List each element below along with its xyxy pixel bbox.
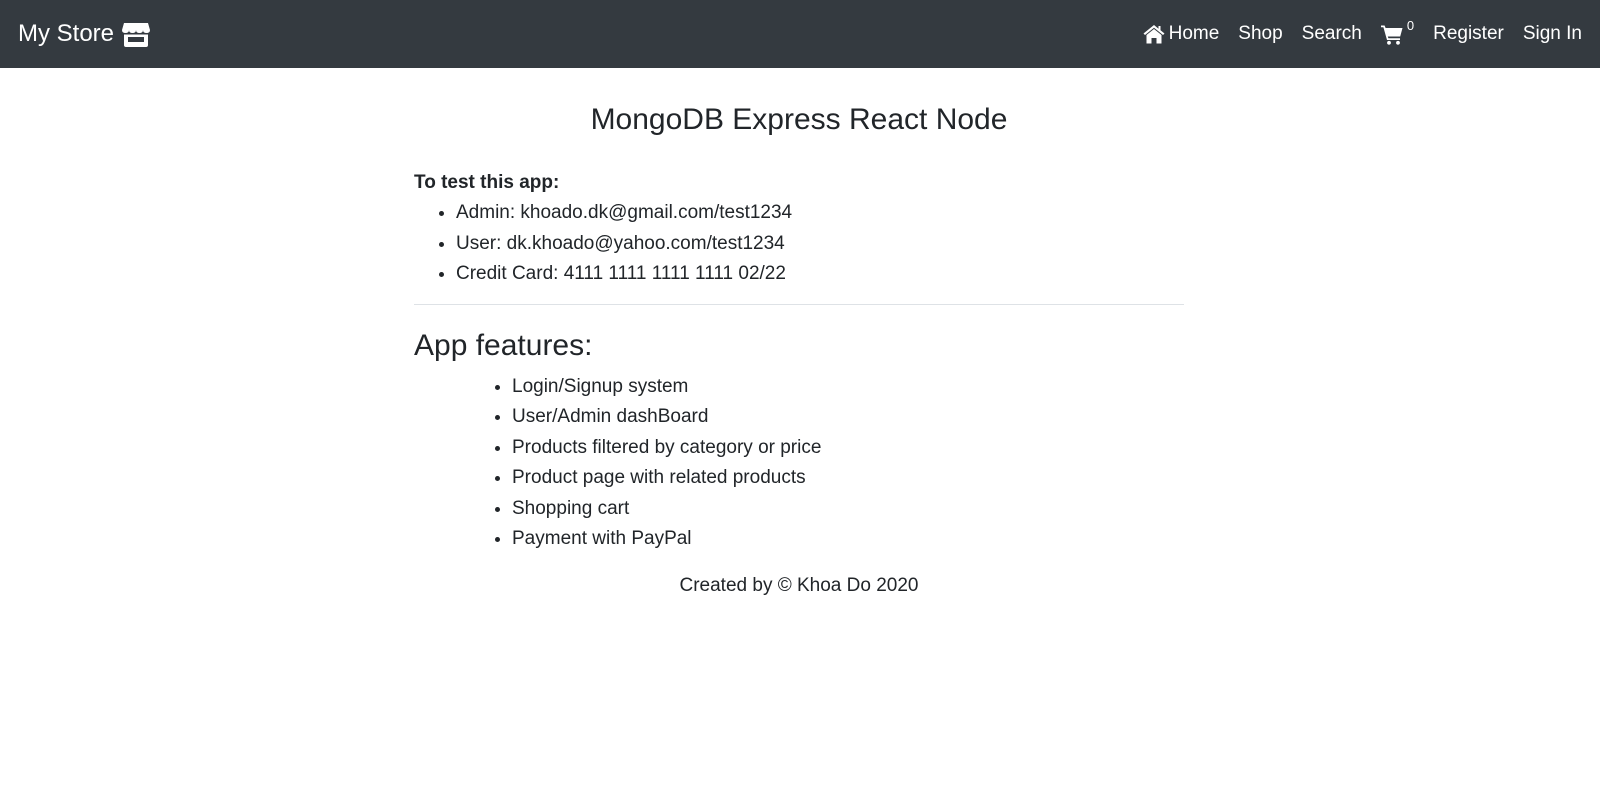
brand-label: My Store (18, 20, 115, 47)
feature-item: Product page with related products (512, 463, 1184, 494)
feature-item: Products filtered by category or price (512, 433, 1184, 464)
page-title: MongoDB Express React Node (590, 103, 1008, 136)
test-instructions-heading: To test this app: (414, 172, 560, 193)
nav-shop-link[interactable]: Shop (1238, 23, 1282, 45)
nav-links: Home Shop Search 0 Register Sign In (1124, 18, 1582, 45)
features-heading: App features: (414, 328, 593, 362)
home-icon (1143, 25, 1165, 44)
nav-register-link[interactable]: Register (1433, 23, 1504, 45)
feature-item: Login/Signup system (512, 372, 1184, 403)
list-item-user-credentials: User: dk.khoado@yahoo.com/test1234 (456, 229, 1184, 260)
main-content: MongoDB Express React Node To test this … (414, 68, 1184, 599)
features-list: Login/Signup system User/Admin dashBoard… (414, 372, 1184, 555)
brand-link[interactable]: My Store (18, 20, 151, 48)
feature-item: User/Admin dashBoard (512, 402, 1184, 433)
nav-sign-in-link[interactable]: Sign In (1523, 23, 1582, 45)
nav-home-label: Home (1168, 23, 1220, 44)
list-item-admin-credentials: Admin: khoado.dk@gmail.com/test1234 (456, 198, 1184, 229)
test-credentials-list: Admin: khoado.dk@gmail.com/test1234 User… (414, 198, 1184, 290)
nav-cart-link[interactable]: 0 (1380, 18, 1414, 45)
cart-icon (1380, 25, 1403, 45)
cart-count-badge: 0 (1406, 17, 1415, 33)
list-item-credit-card: Credit Card: 4111 1111 1111 1111 02/22 (456, 259, 1184, 290)
store-icon (122, 23, 151, 47)
nav-search-link[interactable]: Search (1302, 23, 1362, 45)
footer-credit: Created by © Khoa Do 2020 (679, 574, 919, 596)
feature-item: Payment with PayPal (512, 524, 1184, 555)
nav-home-link[interactable]: Home (1143, 23, 1220, 45)
navbar: My Store Home Shop Search 0 Register Sig… (0, 0, 1600, 68)
feature-item: Shopping cart (512, 494, 1184, 525)
section-divider (414, 303, 1184, 305)
